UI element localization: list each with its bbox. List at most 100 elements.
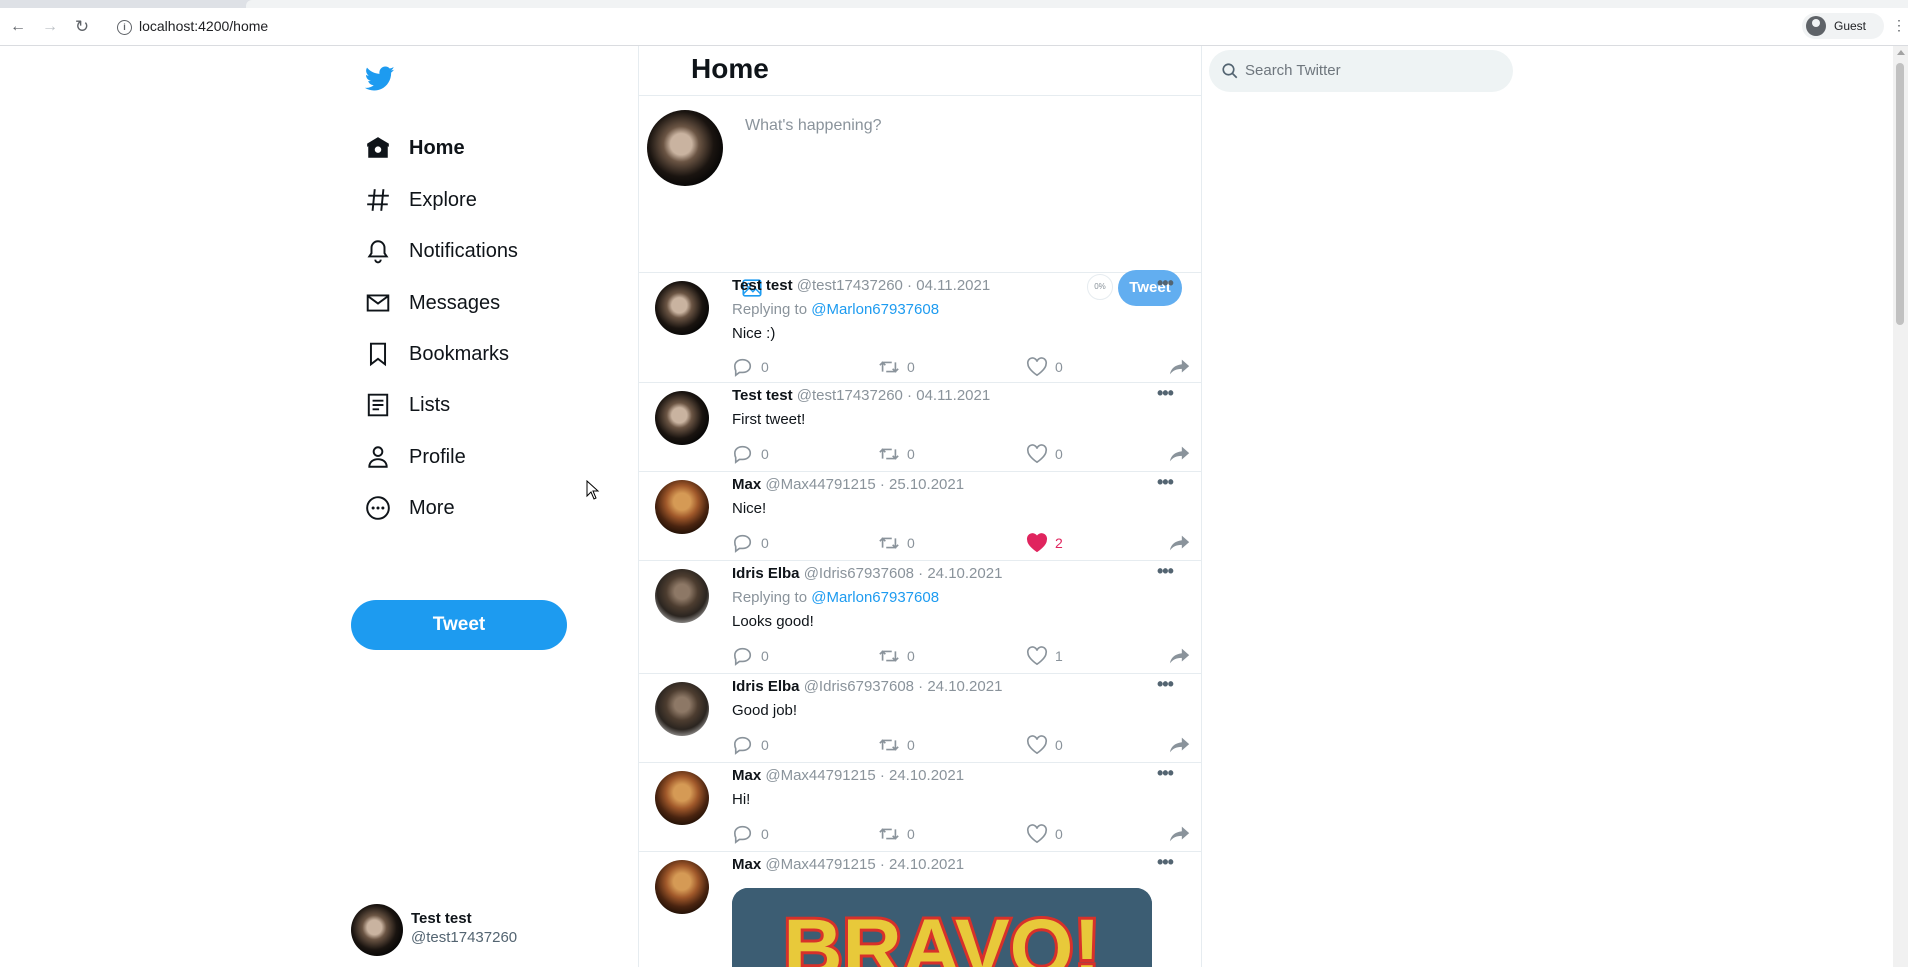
tweet-actions: 0 0 0 [732,735,1192,755]
like-button[interactable]: 0 [1026,444,1063,464]
tweet-text: Nice! [732,500,767,517]
tweet-item[interactable]: Idris Elba @Idris67937608 · 24.10.2021 •… [639,674,1201,763]
like-button[interactable]: 2 [1026,533,1063,553]
reply-button[interactable]: 0 [732,824,769,844]
reply-button[interactable]: 0 [732,533,769,553]
like-button[interactable]: 0 [1026,735,1063,755]
more-icon[interactable]: ••• [1157,852,1174,873]
share-icon[interactable] [1169,357,1191,377]
tweet-author-name[interactable]: Max [732,767,761,784]
tweet-author-name[interactable]: Test test [732,387,793,404]
bookmark-icon [369,342,387,367]
scrollbar-thumb[interactable] [1896,63,1904,325]
share-icon[interactable] [1169,735,1191,755]
avatar[interactable] [655,391,709,445]
nav-item-profile[interactable]: Profile [365,439,466,475]
like-button[interactable]: 1 [1026,646,1063,666]
nav-item-messages[interactable]: Messages [365,285,500,321]
search-bar[interactable] [1209,50,1513,92]
mouse-cursor-icon [586,480,600,500]
address-bar-url[interactable]: localhost:4200/home [139,18,268,34]
share-icon[interactable] [1169,646,1191,666]
retweet-button[interactable]: 0 [878,444,915,464]
tweet-item[interactable]: Idris Elba @Idris67937608 · 24.10.2021 •… [639,561,1201,674]
more-icon[interactable]: ••• [1157,472,1174,493]
browser-active-tab[interactable] [246,0,1908,8]
account-name: Test test [411,910,472,927]
tweet-item[interactable]: Max @Max44791215 · 25.10.2021 ••• Nice! … [639,472,1201,561]
tweet-composer: 0% Tweet [639,96,1201,306]
tweet-meta: @Max44791215 · 25.10.2021 [765,476,965,493]
nav-item-more[interactable]: More [365,490,455,526]
tweet-author-name[interactable]: Test test [732,277,793,294]
account-handle: @test17437260 [411,929,518,946]
retweet-button[interactable]: 0 [878,646,915,666]
forward-icon[interactable]: → [42,19,58,35]
search-input[interactable] [1243,61,1497,80]
scroll-up-arrow-icon[interactable] [1897,50,1905,55]
nav-item-home[interactable]: Home [365,130,465,166]
avatar[interactable] [655,480,709,534]
avatar[interactable] [655,860,709,914]
share-icon[interactable] [1169,533,1191,553]
reply-to-link[interactable]: @Marlon67937608 [811,301,939,318]
reply-count: 0 [761,535,769,551]
like-count: 0 [1055,359,1063,375]
back-icon[interactable]: ← [10,19,26,35]
guest-avatar-icon [1806,16,1826,36]
twitter-bird-icon[interactable] [365,66,395,92]
nav-item-lists[interactable]: Lists [365,387,450,423]
share-icon[interactable] [1169,444,1191,464]
reply-to-link[interactable]: @Marlon67937608 [811,589,939,606]
avatar[interactable] [655,682,709,736]
like-button[interactable]: 0 [1026,824,1063,844]
tweet-media-image[interactable]: BRAVO! [732,888,1152,967]
tweet-header: Idris Elba @Idris67937608 · 24.10.2021 [732,565,1002,582]
retweet-button[interactable]: 0 [878,824,915,844]
tweet-author-name[interactable]: Idris Elba [732,678,800,695]
more-icon[interactable]: ••• [1157,383,1174,404]
avatar[interactable] [655,281,709,335]
nav-item-notifications[interactable]: Notifications [365,233,518,269]
more-icon[interactable]: ••• [1157,561,1174,582]
avatar[interactable] [655,771,709,825]
tweet-author-name[interactable]: Idris Elba [732,565,800,582]
more-icon[interactable]: ••• [1157,763,1174,784]
tweet-meta: @Idris67937608 · 24.10.2021 [803,678,1003,695]
tweet-button[interactable]: Tweet [351,600,567,650]
reply-button[interactable]: 0 [732,357,769,377]
reply-button[interactable]: 0 [732,646,769,666]
share-icon[interactable] [1169,824,1191,844]
page-scrollbar[interactable] [1893,46,1908,967]
like-count: 0 [1055,737,1063,753]
tweet-header: Max @Max44791215 · 24.10.2021 [732,856,964,873]
compose-input[interactable] [743,116,1167,136]
reply-count: 0 [761,737,769,753]
nav-item-bookmarks[interactable]: Bookmarks [365,336,509,372]
more-icon[interactable]: ••• [1157,674,1174,695]
retweet-button[interactable]: 0 [878,357,915,377]
nav-item-explore[interactable]: Explore [365,182,477,218]
reply-button[interactable]: 0 [732,735,769,755]
retweet-button[interactable]: 0 [878,533,915,553]
tweet-actions: 0 0 1 [732,646,1192,666]
tweet-author-name[interactable]: Max [732,476,761,493]
more-icon[interactable]: ••• [1157,273,1174,294]
tweet-meta: @Idris67937608 · 24.10.2021 [803,565,1003,582]
tweet-item[interactable]: Max @Max44791215 · 24.10.2021 ••• BRAVO! [639,852,1201,967]
avatar[interactable] [655,569,709,623]
site-info-icon[interactable]: i [117,20,132,35]
tweet-item[interactable]: Max @Max44791215 · 24.10.2021 ••• Hi! 0 … [639,763,1201,852]
reload-icon[interactable]: ↻ [74,18,90,35]
reply-button[interactable]: 0 [732,444,769,464]
tweet-item[interactable]: Test test @test17437260 · 04.11.2021 •••… [639,383,1201,472]
tweet-item[interactable]: Test test @test17437260 · 04.11.2021 •••… [639,273,1201,383]
like-button[interactable]: 0 [1026,357,1063,377]
retweet-button[interactable]: 0 [878,735,915,755]
tweet-author-name[interactable]: Max [732,856,761,873]
avatar [351,904,403,956]
heart-icon [1026,646,1048,666]
like-count: 1 [1055,648,1063,664]
profile-button[interactable]: Guest [1802,13,1884,39]
browser-menu-icon[interactable]: ⋮ [1892,18,1906,32]
